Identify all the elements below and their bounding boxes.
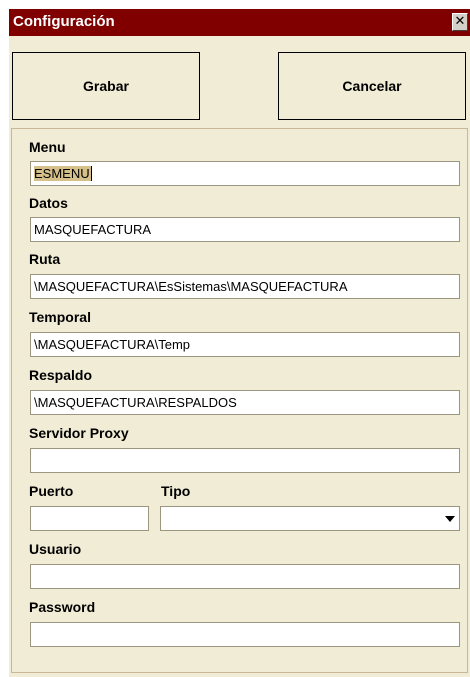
- settings-group: Menu ESMENU Datos MASQUEFACTURA Ruta \MA…: [11, 128, 468, 673]
- ruta-label: Ruta: [29, 251, 61, 267]
- respaldo-label: Respaldo: [29, 367, 93, 383]
- temporal-field[interactable]: \MASQUEFACTURA\Temp: [30, 332, 460, 357]
- datos-label: Datos: [29, 195, 68, 211]
- config-window: Configuración ✕ Grabar Cancelar Menu ESM…: [0, 0, 470, 677]
- close-button[interactable]: ✕: [452, 13, 468, 31]
- cancel-button[interactable]: Cancelar: [278, 52, 466, 120]
- proxy-field[interactable]: [30, 448, 460, 473]
- puerto-field[interactable]: [30, 506, 149, 531]
- temporal-label: Temporal: [29, 309, 91, 325]
- title-bar[interactable]: Configuración ✕: [9, 9, 470, 36]
- window-title: Configuración: [13, 13, 115, 30]
- usuario-label: Usuario: [29, 541, 82, 557]
- close-icon: ✕: [454, 14, 466, 29]
- save-button[interactable]: Grabar: [12, 52, 200, 120]
- chevron-down-icon[interactable]: [445, 516, 455, 522]
- tipo-select[interactable]: [160, 506, 460, 531]
- puerto-label: Puerto: [29, 483, 74, 499]
- password-field[interactable]: [30, 622, 460, 647]
- datos-field[interactable]: MASQUEFACTURA: [30, 217, 460, 242]
- ruta-field[interactable]: \MASQUEFACTURA\EsSistemas\MASQUEFACTURA: [30, 274, 460, 299]
- respaldo-field[interactable]: \MASQUEFACTURA\RESPALDOS: [30, 390, 460, 415]
- dialog-body: Grabar Cancelar Menu ESMENU Datos MASQUE…: [9, 36, 470, 677]
- menu-field-value: ESMENU: [34, 166, 92, 181]
- usuario-field[interactable]: [30, 564, 460, 589]
- menu-field[interactable]: ESMENU: [30, 161, 460, 186]
- proxy-label: Servidor Proxy: [29, 425, 129, 441]
- menu-label: Menu: [29, 139, 66, 155]
- password-label: Password: [29, 599, 96, 615]
- tipo-label: Tipo: [161, 483, 191, 499]
